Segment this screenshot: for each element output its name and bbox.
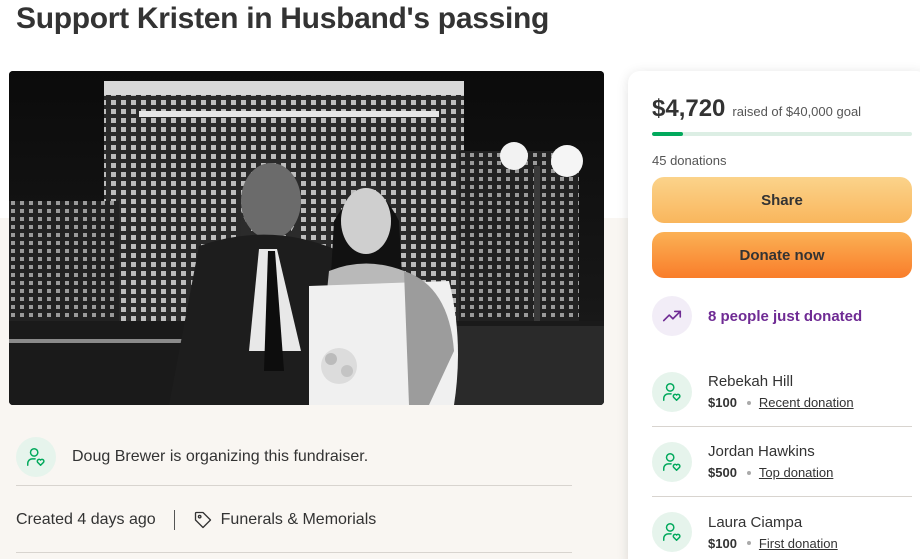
person-heart-icon <box>652 441 692 482</box>
donations-count: 45 donations <box>652 153 727 168</box>
donor-amount: $100 <box>708 395 737 410</box>
donor-name: Laura Ciampa <box>708 513 803 531</box>
donor-item: Laura Ciampa $100 First donation <box>652 497 912 559</box>
raised-amount: $4,720 <box>652 95 726 122</box>
goal-text: raised of $40,000 goal <box>732 104 862 119</box>
donor-amount: $100 <box>708 535 737 551</box>
recent-activity: 8 people just donated <box>652 296 862 336</box>
category-link[interactable]: Funerals & Memorials <box>193 510 377 530</box>
donor-name: Rebekah Hill <box>708 373 794 390</box>
campaign-meta: Created 4 days ago Funerals & Memorials <box>16 487 572 553</box>
donation-card: $4,720 raised of $40,000 goal 45 donatio… <box>628 71 920 559</box>
organizer-section: Doug Brewer is organizing this fundraise… <box>16 428 572 486</box>
organizer-text: Doug Brewer is organizing this fundraise… <box>72 447 369 465</box>
just-donated-text: 8 people just donated <box>708 307 863 325</box>
top-donation-link[interactable]: Top donation <box>759 465 833 480</box>
meta-divider <box>173 509 175 530</box>
tag-icon <box>194 511 211 528</box>
recent-donation-link[interactable]: Recent donation <box>759 395 854 410</box>
donor-name: Jordan Hawkins <box>708 443 815 460</box>
person-heart-icon <box>652 512 692 552</box>
person-heart-icon <box>652 371 692 412</box>
raised-summary: $4,720 raised of $40,000 goal <box>652 95 861 123</box>
donor-amount: $500 <box>708 465 737 480</box>
campaign-photo[interactable] <box>9 71 604 405</box>
first-donation-link[interactable]: First donation <box>759 536 838 551</box>
person-heart-icon <box>16 436 56 477</box>
separator-dot <box>746 400 751 405</box>
separator-dot <box>746 541 751 545</box>
created-date: Created 4 days ago <box>16 510 156 528</box>
separator-dot <box>746 470 751 475</box>
share-button[interactable]: Share <box>652 177 912 223</box>
donor-item: Jordan Hawkins $500 Top donation <box>652 427 912 497</box>
donate-now-button[interactable]: Donate now <box>652 232 912 278</box>
campaign-photo-image <box>9 71 604 405</box>
trending-up-icon <box>652 296 692 336</box>
progress-bar <box>652 132 912 136</box>
page-title: Support Kristen in Husband's passing <box>16 2 550 35</box>
progress-fill <box>652 132 683 136</box>
category-label: Funerals & Memorials <box>220 510 377 528</box>
donor-item: Rebekah Hill $100 Recent donation <box>652 357 912 427</box>
